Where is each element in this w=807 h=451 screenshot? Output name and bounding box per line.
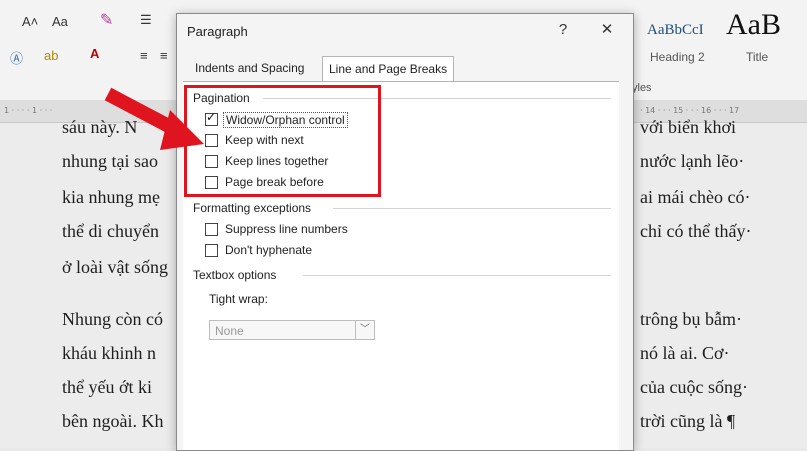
doc-line-left: Nhung còn có (62, 309, 163, 329)
tight-wrap-label: Tight wrap: (209, 292, 268, 306)
style-title-preview[interactable]: AaB (726, 8, 781, 42)
textbox-options-heading: Textbox options (193, 268, 281, 282)
suppress-line-numbers-label[interactable]: Suppress line numbers (225, 222, 348, 236)
doc-line-right: ai mái chèo có· (640, 187, 751, 207)
doc-line-right: của cuộc sống· (640, 377, 748, 397)
style-heading2-preview[interactable]: AaBbCcI (647, 22, 704, 39)
clear-formatting-icon[interactable]: ✎ (100, 10, 113, 30)
doc-line-left: kháu khinh n (62, 343, 156, 363)
ruler-right-ticks: · 14 · · · 15 · · · 16 · · · 17 (640, 106, 740, 115)
ruler-left-ticks: 1 · · · · 1 · · · (4, 106, 53, 115)
formatting-exceptions-heading: Formatting exceptions (193, 201, 316, 215)
doc-line-left: thể yếu ớt ki (62, 377, 152, 397)
dont-hyphenate-checkbox[interactable] (205, 244, 218, 257)
help-button[interactable]: ? (549, 19, 577, 41)
paragraph-dialog: Paragraph ? ✕ Indents and Spacing Line a… (176, 13, 634, 451)
chevron-down-icon[interactable]: ﹀ (355, 321, 374, 339)
doc-line-left: kia nhung mẹ (62, 187, 160, 207)
doc-line-left: ở loài vật sống (62, 257, 169, 277)
doc-line-left: thể di chuyển (62, 221, 159, 241)
align-center-icon[interactable]: ≡ (160, 48, 168, 63)
tab-line-and-page-breaks[interactable]: Line and Page Breaks (322, 56, 455, 82)
doc-line-right: nó là ai. Cơ· (640, 343, 730, 363)
style-heading2-name: Heading 2 (650, 50, 705, 64)
doc-line-right: với biển khơi (640, 117, 737, 137)
align-left-icon[interactable]: ≡ (140, 48, 148, 63)
styles-group-label: yles (632, 82, 652, 94)
grow-font-button[interactable]: A˄ (22, 14, 38, 29)
doc-line-right: chỉ có thể thấy· (640, 221, 752, 241)
red-arrow-icon (104, 87, 204, 150)
section-divider (333, 208, 611, 209)
tight-wrap-value: None (215, 324, 244, 338)
text-effects-icon[interactable]: Ⓐ (10, 48, 23, 67)
style-title-name: Title (746, 50, 769, 64)
highlight-box (184, 85, 381, 197)
tight-wrap-select[interactable]: None ﹀ (209, 320, 375, 340)
doc-line-left: bên ngoài. Kh (62, 411, 164, 431)
suppress-line-numbers-checkbox[interactable] (205, 223, 218, 236)
doc-line-right: trời cũng là ¶ (640, 411, 736, 431)
section-divider (303, 275, 611, 276)
highlight-color-icon[interactable]: ab (44, 48, 58, 63)
bullets-icon[interactable]: ☰ (140, 12, 152, 28)
dialog-title: Paragraph (187, 24, 248, 39)
doc-line-right: nước lạnh lẽo· (640, 151, 745, 171)
change-case-button[interactable]: Aa (52, 14, 68, 29)
dont-hyphenate-label[interactable]: Don't hyphenate (225, 243, 312, 257)
tab-indents-and-spacing[interactable]: Indents and Spacing (189, 56, 310, 80)
doc-line-right: trông bụ bẫm· (640, 309, 742, 329)
close-button[interactable]: ✕ (593, 19, 621, 41)
font-color-icon[interactable]: A (90, 46, 99, 61)
